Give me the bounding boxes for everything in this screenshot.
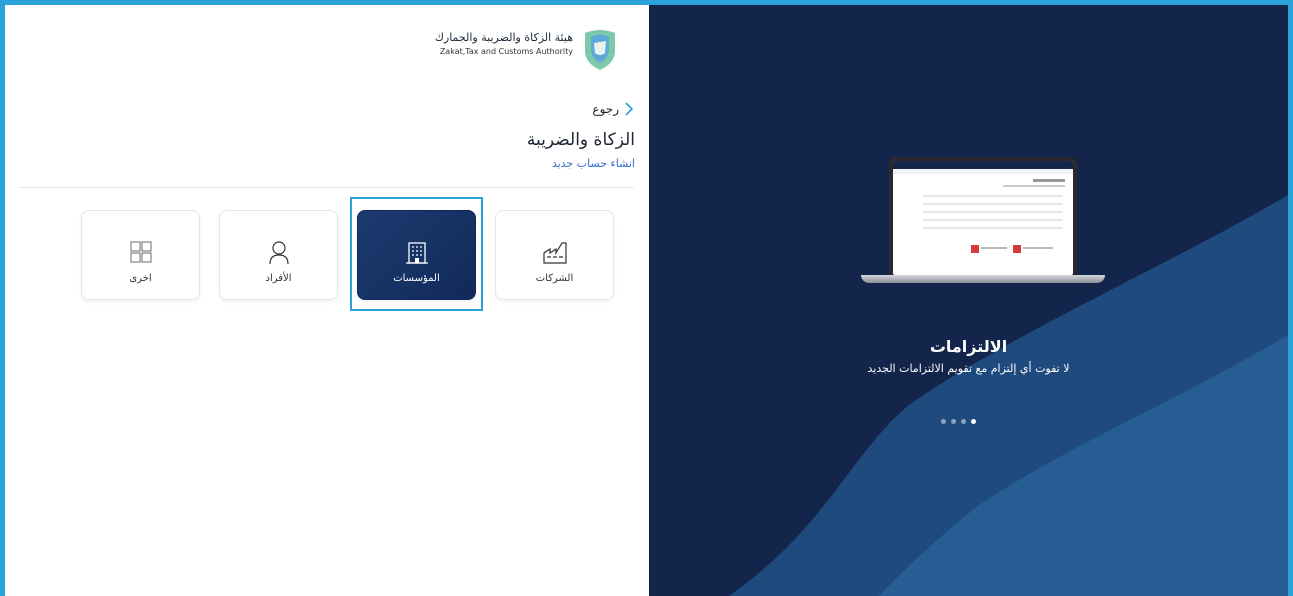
logo-arabic-name: هيئة الزكاة والضريبة والجمارك: [434, 31, 573, 44]
create-account-link[interactable]: انشاء حساب جديد: [552, 157, 635, 170]
factory-icon: [542, 242, 567, 264]
authority-logo: هيئة الزكاة والضريبة والجمارك Zakat,Tax …: [435, 27, 619, 73]
app-window: هيئة الزكاة والضريبة والجمارك Zakat,Tax …: [5, 5, 1288, 596]
page-title: الزكاة والضريبة: [526, 130, 635, 150]
carousel-dot[interactable]: [951, 419, 956, 424]
login-panel: هيئة الزكاة والضريبة والجمارك Zakat,Tax …: [5, 5, 649, 596]
divider: [19, 187, 634, 188]
calendar-screenshot: [893, 161, 1073, 275]
carousel-dot[interactable]: [961, 419, 966, 424]
carousel-subtitle: لا تفوت أي إلتزام مع تقويم الالتزامات ال…: [867, 362, 1070, 375]
laptop-illustration: [861, 157, 1105, 293]
person-icon: [268, 241, 289, 265]
grid-icon: [129, 241, 152, 263]
carousel-dot-active[interactable]: [971, 419, 976, 424]
carousel-title: الالتزامات: [929, 337, 1008, 356]
carousel-dots: [941, 419, 976, 424]
carousel-dot[interactable]: [941, 419, 946, 424]
wave-background: [729, 195, 1288, 596]
feature-carousel: الالتزامات لا تفوت أي إلتزام مع تقويم ال…: [649, 5, 1288, 596]
laptop-base: [861, 275, 1105, 283]
account-type-label: اخرى: [129, 273, 152, 284]
back-button[interactable]: رجوع: [592, 101, 635, 117]
account-type-individuals[interactable]: الأفراد: [219, 210, 338, 300]
back-label: رجوع: [592, 102, 619, 116]
account-type-label: الأفراد: [265, 273, 292, 284]
account-type-other[interactable]: اخرى: [81, 210, 200, 300]
selection-highlight: [350, 197, 483, 311]
chevron-right-icon: [625, 102, 634, 116]
laptop-screen: [889, 157, 1077, 275]
logo-english-name: Zakat,Tax and Customs Authority: [439, 47, 573, 56]
zatca-emblem-icon: [585, 30, 615, 70]
account-type-label: الشركات: [535, 273, 574, 284]
account-type-companies[interactable]: الشركات: [495, 210, 614, 300]
